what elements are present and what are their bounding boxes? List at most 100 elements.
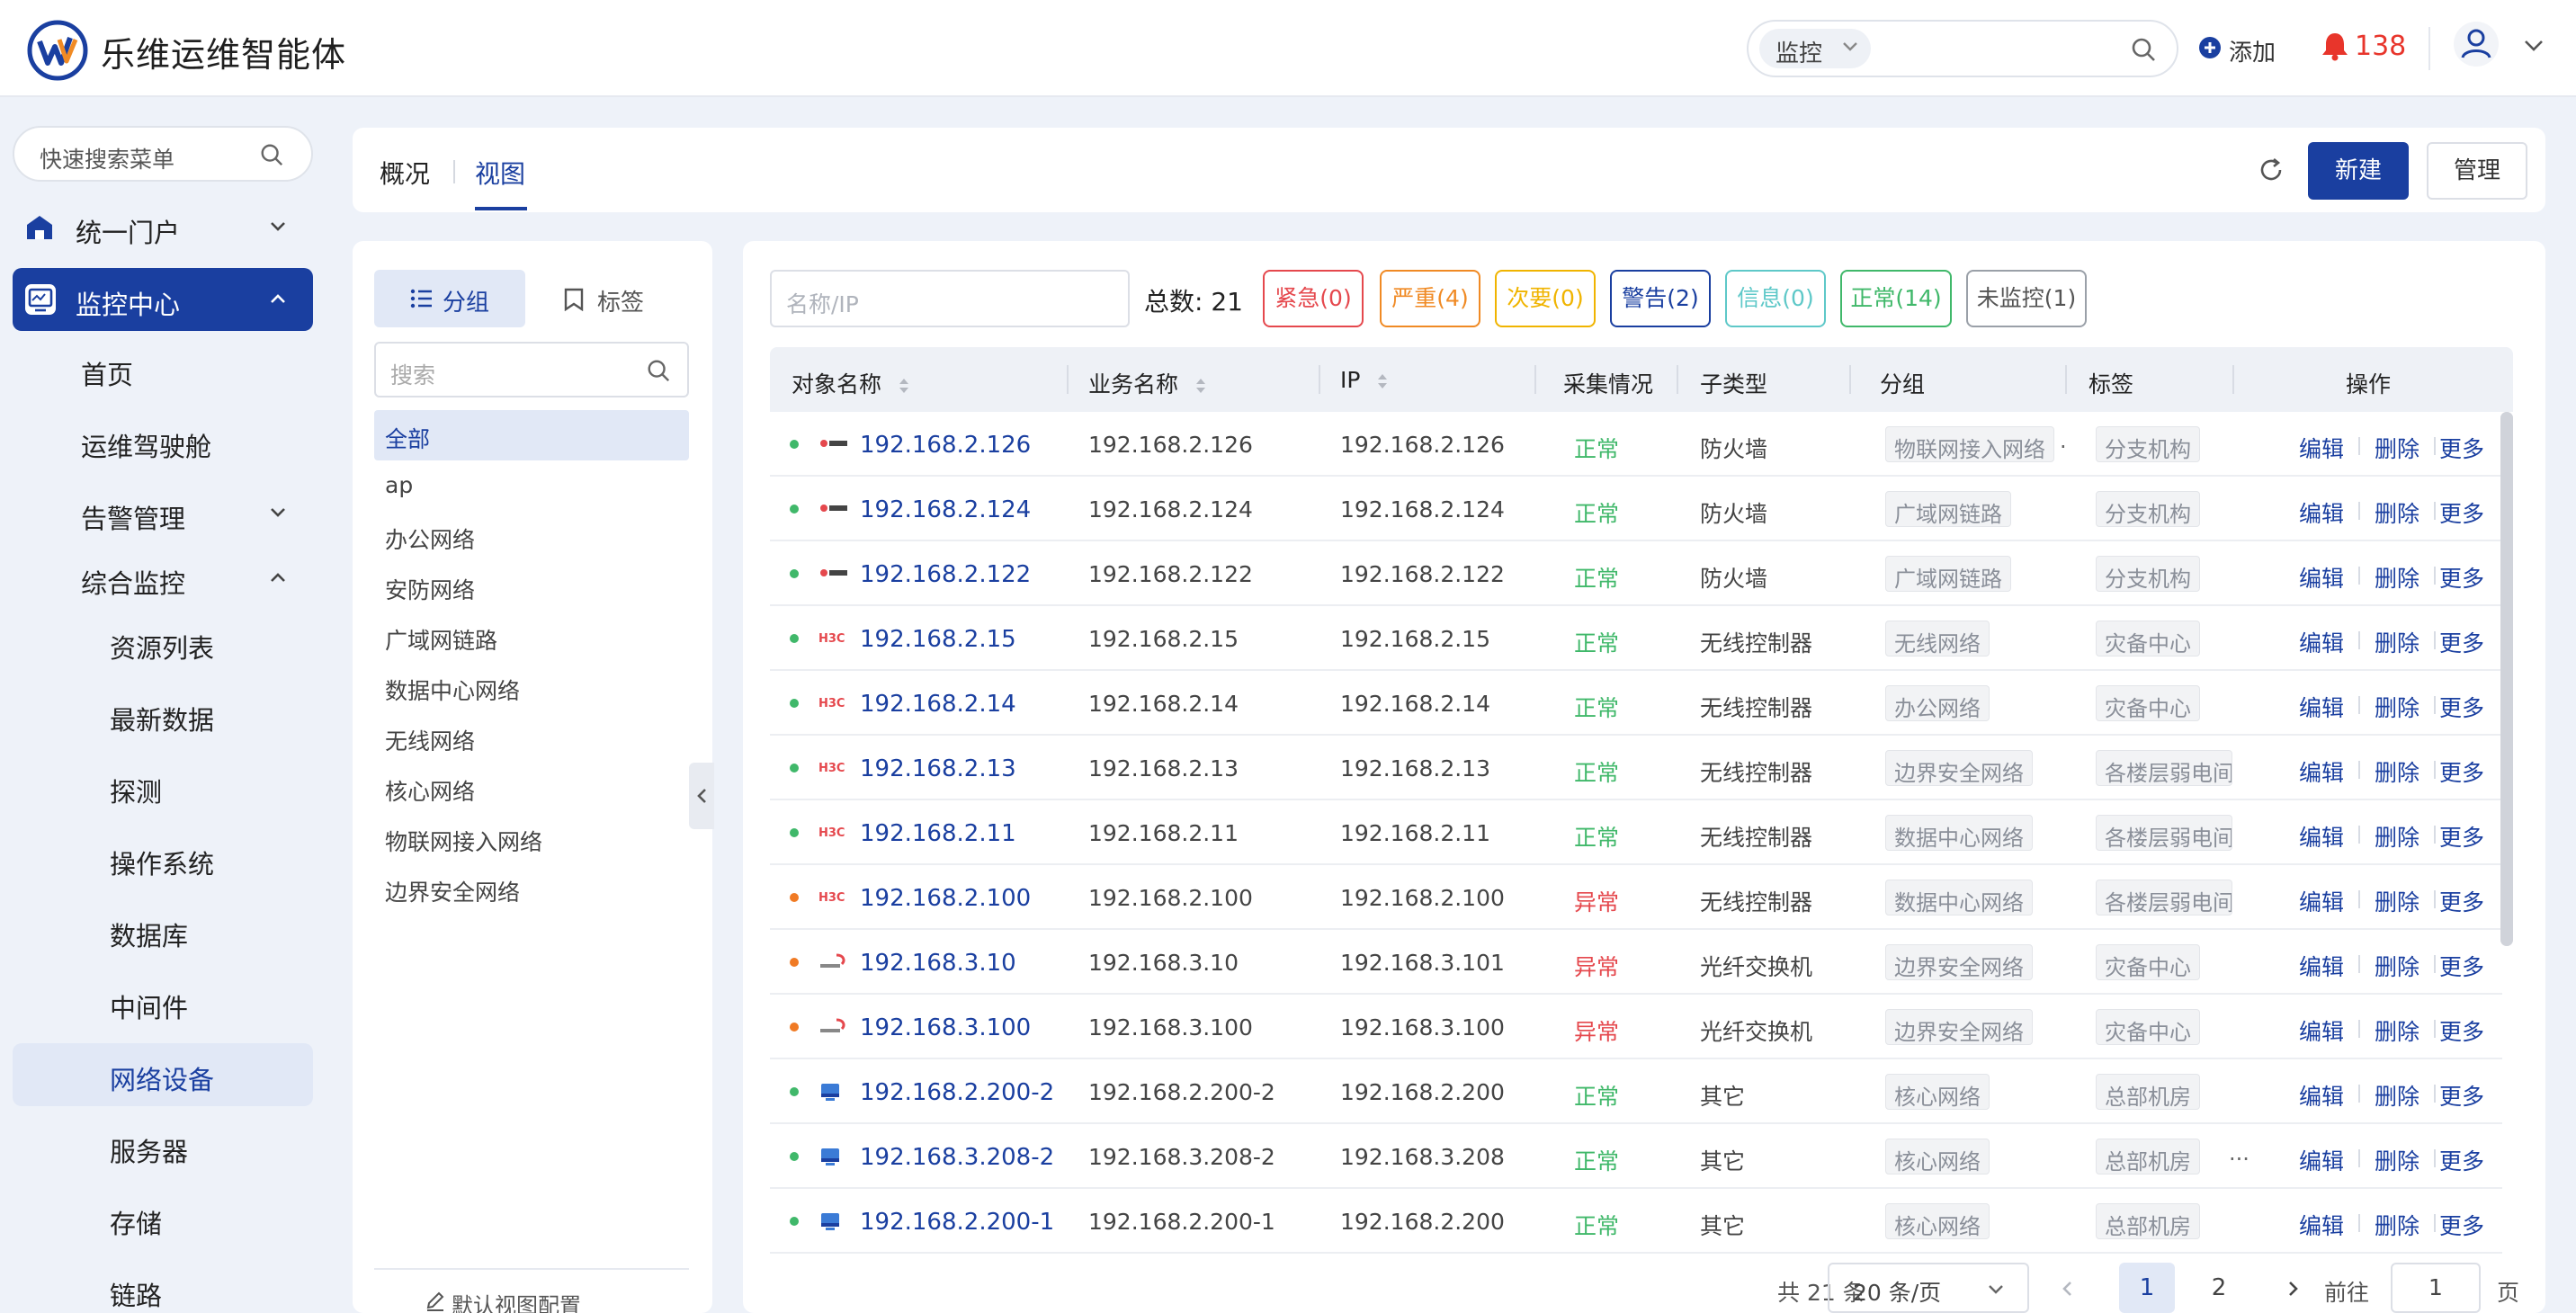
object-name-link[interactable]: 192.168.2.100: [860, 885, 1031, 912]
more-button[interactable]: 更多: [2439, 1209, 2484, 1241]
edit-button[interactable]: 编辑: [2299, 561, 2344, 594]
object-name-link[interactable]: 192.168.2.14: [860, 691, 1016, 718]
more-button[interactable]: 更多: [2439, 561, 2484, 594]
sort-icon[interactable]: [1376, 371, 1389, 392]
object-name-link[interactable]: 192.168.2.200-1: [860, 1209, 1054, 1236]
sidebar-item-os[interactable]: 操作系统: [13, 827, 313, 890]
sidebar-item-cockpit[interactable]: 运维驾驶舱: [13, 410, 313, 473]
sidebar-item-resource-list[interactable]: 资源列表: [13, 612, 313, 674]
column-header-ip[interactable]: IP: [1340, 367, 1389, 393]
scrollbar-thumb[interactable]: [2500, 412, 2513, 946]
more-button[interactable]: 更多: [2439, 885, 2484, 917]
sidebar-item-alert-management[interactable]: 告警管理: [13, 482, 313, 545]
prev-page-button[interactable]: [2062, 1281, 2072, 1297]
sidebar-item-link[interactable]: 链路: [13, 1259, 313, 1313]
sidebar-item-portal[interactable]: 统一门户: [13, 196, 313, 259]
page-number-1[interactable]: 1: [2119, 1263, 2175, 1313]
edit-button[interactable]: 编辑: [2299, 626, 2344, 658]
tab-tag[interactable]: 标签: [532, 270, 684, 327]
delete-button[interactable]: 删除: [2375, 691, 2419, 723]
table-row[interactable]: 192.168.2.200-2 192.168.2.200-2 192.168.2.…: [770, 1059, 2502, 1124]
menu-search-input[interactable]: 快速搜索菜单: [13, 126, 313, 182]
edit-button[interactable]: 编辑: [2299, 885, 2344, 917]
edit-button[interactable]: 编辑: [2299, 1014, 2344, 1047]
more-button[interactable]: 更多: [2439, 755, 2484, 788]
delete-button[interactable]: 删除: [2375, 561, 2419, 594]
severity-filter-urgent[interactable]: 紧急(0): [1263, 270, 1364, 327]
sidebar-item-server[interactable]: 服务器: [13, 1115, 313, 1178]
object-name-link[interactable]: 192.168.3.10: [860, 950, 1016, 977]
table-row[interactable]: 192.168.3.100 192.168.3.100 192.168.3.100 异…: [770, 995, 2502, 1059]
group-search-input[interactable]: 搜索: [374, 342, 689, 397]
table-row[interactable]: 192.168.3.208-2 192.168.3.208-2 192.168.3.…: [770, 1124, 2502, 1189]
column-header-name[interactable]: 对象名称: [792, 367, 910, 399]
goto-page-input[interactable]: 1: [2391, 1263, 2481, 1313]
group-list-item[interactable]: 无线网络: [374, 712, 689, 763]
more-button[interactable]: 更多: [2439, 1014, 2484, 1047]
more-button[interactable]: 更多: [2439, 950, 2484, 982]
more-button[interactable]: 更多: [2439, 1144, 2484, 1176]
object-name-link[interactable]: 192.168.2.124: [860, 496, 1031, 523]
delete-button[interactable]: 删除: [2375, 755, 2419, 788]
group-list-item[interactable]: 安防网络: [374, 561, 689, 612]
sidebar-item-storage[interactable]: 存储: [13, 1187, 313, 1250]
group-list-item[interactable]: 边界安全网络: [374, 863, 689, 914]
chevron-down-icon[interactable]: [2524, 40, 2544, 52]
sidebar-item-latest-data[interactable]: 最新数据: [13, 683, 313, 746]
sidebar-item-home[interactable]: 首页: [13, 338, 313, 401]
global-search[interactable]: 监控: [1747, 20, 2178, 77]
table-row[interactable]: H3C 192.168.2.14 192.168.2.14 192.168.2.14 正…: [770, 671, 2502, 736]
more-button[interactable]: 更多: [2439, 1079, 2484, 1112]
refresh-icon[interactable]: [2258, 156, 2285, 183]
table-row[interactable]: H3C 192.168.2.13 192.168.2.13 192.168.2.13 正…: [770, 736, 2502, 800]
delete-button[interactable]: 删除: [2375, 950, 2419, 982]
object-name-link[interactable]: 192.168.2.13: [860, 755, 1016, 782]
delete-button[interactable]: 删除: [2375, 496, 2419, 529]
group-list-item[interactable]: 全部: [374, 410, 689, 460]
tab-group[interactable]: 分组: [374, 270, 525, 327]
manage-button[interactable]: 管理: [2427, 142, 2527, 200]
delete-button[interactable]: 删除: [2375, 626, 2419, 658]
table-row[interactable]: H3C 192.168.2.15 192.168.2.15 192.168.2.15 正…: [770, 606, 2502, 671]
table-row[interactable]: H3C 192.168.2.100 192.168.2.100 192.168.2.1…: [770, 865, 2502, 930]
edit-button[interactable]: 编辑: [2299, 820, 2344, 853]
collapse-panel-toggle[interactable]: [689, 763, 714, 829]
severity-filter-info[interactable]: 信息(0): [1725, 270, 1826, 327]
table-row[interactable]: 192.168.2.122 192.168.2.122 192.168.2.122 正…: [770, 541, 2502, 606]
delete-button[interactable]: 删除: [2375, 1144, 2419, 1176]
table-row[interactable]: H3C 192.168.2.11 192.168.2.11 192.168.2.11 正…: [770, 800, 2502, 865]
more-button[interactable]: 更多: [2439, 496, 2484, 529]
sidebar-item-monitor-center[interactable]: 监控中心: [13, 268, 313, 331]
more-button[interactable]: 更多: [2439, 626, 2484, 658]
severity-filter-normal[interactable]: 正常(14): [1840, 270, 1952, 327]
search-icon[interactable]: [2130, 36, 2157, 63]
edit-button[interactable]: 编辑: [2299, 1209, 2344, 1241]
name-ip-filter-input[interactable]: 名称/IP: [770, 270, 1130, 327]
delete-button[interactable]: 删除: [2375, 885, 2419, 917]
tab-overview[interactable]: 概况: [380, 155, 430, 191]
severity-filter-warning[interactable]: 警告(2): [1610, 270, 1711, 327]
table-scrollbar[interactable]: [2500, 412, 2513, 946]
object-name-link[interactable]: 192.168.2.122: [860, 561, 1031, 588]
edit-button[interactable]: 编辑: [2299, 755, 2344, 788]
search-icon[interactable]: [259, 142, 284, 167]
edit-button[interactable]: 编辑: [2299, 432, 2344, 464]
page-size-select[interactable]: 20 条/页: [1828, 1263, 2029, 1313]
column-header-biz[interactable]: 业务名称: [1088, 367, 1207, 399]
delete-button[interactable]: 删除: [2375, 1079, 2419, 1112]
object-name-link[interactable]: 192.168.2.11: [860, 820, 1016, 847]
table-row[interactable]: 192.168.2.200-1 192.168.2.200-1 192.168.2.…: [770, 1189, 2502, 1254]
object-name-link[interactable]: 192.168.3.208-2: [860, 1144, 1054, 1171]
sidebar-item-database[interactable]: 数据库: [13, 899, 313, 962]
group-list-item[interactable]: ap: [374, 460, 689, 511]
sidebar-item-integrated-monitoring[interactable]: 综合监控: [13, 547, 313, 610]
more-button[interactable]: 更多: [2439, 432, 2484, 464]
severity-filter-severe[interactable]: 严重(4): [1380, 270, 1480, 327]
severity-filter-minor[interactable]: 次要(0): [1495, 270, 1596, 327]
edit-button[interactable]: 编辑: [2299, 1144, 2344, 1176]
table-row[interactable]: 192.168.2.126 192.168.2.126 192.168.2.126 正…: [770, 412, 2502, 477]
tab-view[interactable]: 视图: [475, 155, 525, 191]
group-list-item[interactable]: 物联网接入网络: [374, 813, 689, 863]
object-name-link[interactable]: 192.168.3.100: [860, 1014, 1031, 1041]
edit-button[interactable]: 编辑: [2299, 1079, 2344, 1112]
